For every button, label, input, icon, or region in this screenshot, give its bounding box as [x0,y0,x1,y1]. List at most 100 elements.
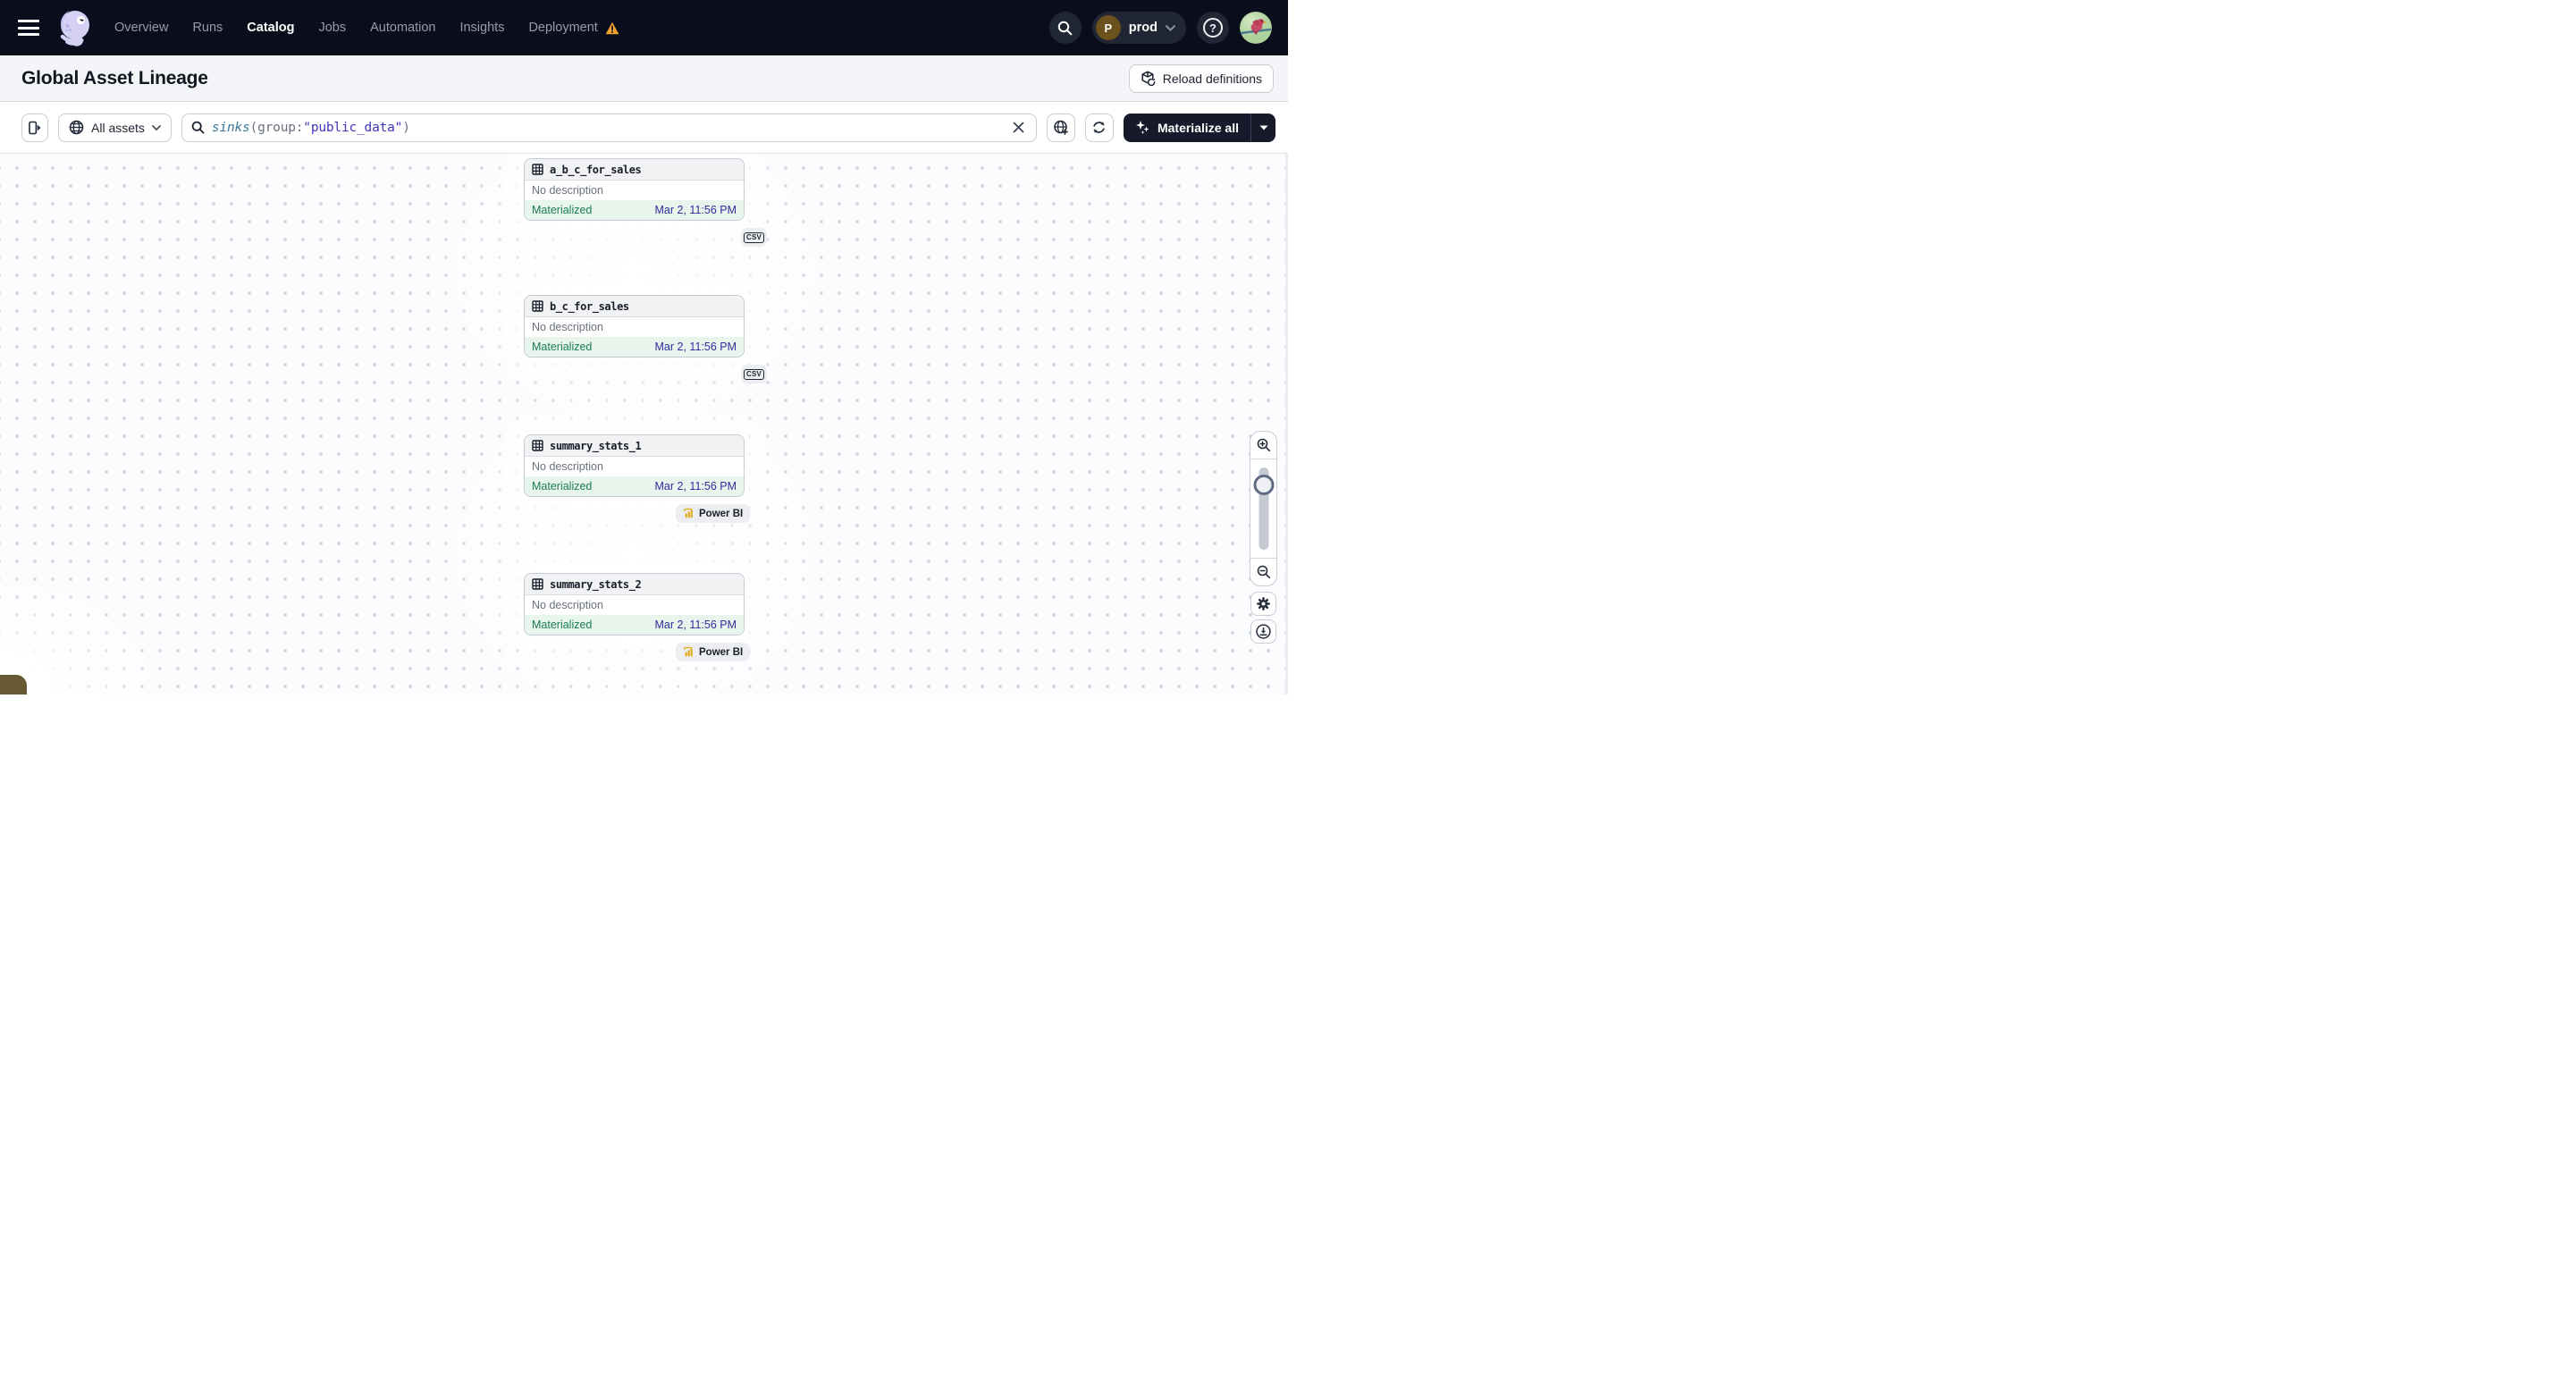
lineage-graph-canvas[interactable]: a_b_c_for_sales No description Materiali… [0,154,1288,694]
nav-right: P prod ? [1048,12,1272,44]
deployment-switcher[interactable]: P prod [1091,12,1186,44]
search-query: sinks(group: "public_data") [212,121,410,135]
materialize-options-button[interactable] [1251,114,1275,142]
asset-node[interactable]: a_b_c_for_sales No description Materiali… [524,158,745,221]
nav-items: Overview Runs Catalog Jobs Automation Insight… [114,21,619,35]
zoom-slider[interactable] [1250,459,1276,558]
open-panel-button[interactable] [21,113,48,142]
nav-item-insights[interactable]: Insights [459,21,504,35]
help-icon[interactable]: ? [1197,12,1229,44]
asset-status-row: Materialized Mar 2, 11:56 PM [525,615,744,635]
asset-status-row: Materialized Mar 2, 11:56 PM [525,337,744,357]
asset-node[interactable]: summary_stats_2 No description Materiali… [524,573,745,636]
query-token-function: sinks [211,120,250,135]
materialization-timestamp[interactable]: Mar 2, 11:56 PM [655,619,737,631]
page-header: Global Asset Lineage Reload definitions [0,55,1288,102]
query-token-punct: ( [249,120,258,135]
lineage-toolbar: All assets sinks(group: "public_data") M… [0,102,1288,154]
table-icon [532,164,543,175]
menu-icon[interactable] [18,20,39,36]
kind-tag-label: Power BI [699,508,744,519]
asset-status-row: Materialized Mar 2, 11:56 PM [525,200,744,220]
refresh-button[interactable] [1084,113,1114,142]
status-badge: Materialized [532,619,593,631]
reload-definitions-label: Reload definitions [1162,71,1262,86]
materialization-timestamp[interactable]: Mar 2, 11:56 PM [655,204,737,216]
nav-item-catalog[interactable]: Catalog [247,21,294,35]
nav-item-label: Overview [114,21,169,35]
query-token-punct: ) [402,120,410,135]
dagster-logo-icon[interactable] [55,8,95,47]
asset-name: a_b_c_for_sales [550,163,642,176]
nav-item-label: Insights [459,21,505,35]
clear-search-icon[interactable] [1007,116,1031,139]
materialize-all-split-button: Materialize all [1123,113,1275,142]
deployment-name: prod [1128,21,1158,35]
nav-item-label: Jobs [318,21,347,35]
csv-icon: CSV [743,368,765,380]
kind-tag-csv[interactable]: CSV [741,365,767,383]
reload-cube-icon [1141,71,1156,86]
new-asset-group-button[interactable] [1046,113,1075,142]
graph-settings-button[interactable] [1250,592,1276,616]
panel-toggle-icon [29,121,41,134]
asset-description: No description [532,460,603,473]
nav-item-runs[interactable]: Runs [192,21,223,35]
user-avatar[interactable] [1240,12,1272,44]
refresh-icon [1093,122,1106,133]
nav-item-jobs[interactable]: Jobs [318,21,346,35]
asset-description: No description [532,599,603,611]
download-icon [1256,624,1271,639]
chevron-down-icon [1166,24,1175,31]
gear-icon [1257,597,1270,610]
search-input[interactable]: sinks(group: "public_data") [181,113,1037,142]
asset-node[interactable]: summary_stats_1 No description Materiali… [524,434,745,497]
reload-definitions-button[interactable]: Reload definitions [1128,63,1274,93]
query-token-key: group: [257,120,304,135]
materialize-all-button[interactable]: Materialize all [1124,114,1250,142]
minimap[interactable] [0,675,27,694]
download-image-button[interactable] [1250,619,1276,644]
nav-item-label: Automation [370,21,436,35]
nav-item-automation[interactable]: Automation [370,21,435,35]
zoom-slider-handle[interactable] [1253,475,1274,495]
asset-scope-label: All assets [91,120,145,135]
powerbi-icon [683,508,693,518]
asset-node-header: summary_stats_1 [525,435,744,457]
materialization-timestamp[interactable]: Mar 2, 11:56 PM [655,480,737,492]
materialization-timestamp[interactable]: Mar 2, 11:56 PM [655,341,737,353]
zoom-control [1250,431,1277,586]
deployment-avatar: P [1095,15,1121,40]
search-icon[interactable] [1048,12,1082,44]
asset-node-header: a_b_c_for_sales [525,159,744,181]
asset-name: summary_stats_2 [550,577,642,591]
scrollbar[interactable] [1285,154,1288,694]
asset-name: b_c_for_sales [550,299,629,313]
table-icon [532,300,543,312]
csv-icon: CSV [743,232,765,243]
top-nav: Overview Runs Catalog Jobs Automation Insight… [0,0,1288,55]
asset-node-header: summary_stats_2 [525,574,744,595]
kind-tag-powerbi[interactable]: Power BI [676,504,751,523]
asset-name: summary_stats_1 [550,439,642,452]
query-token-string: "public_data" [303,120,403,135]
kind-tag-label: Power BI [699,646,744,658]
materialize-all-label: Materialize all [1157,120,1239,135]
table-icon [532,578,543,590]
asset-node[interactable]: b_c_for_sales No description Materialize… [524,295,745,358]
table-icon [532,440,543,451]
caret-down-icon [1259,125,1267,130]
globe-icon [69,120,84,135]
kind-tag-powerbi[interactable]: Power BI [676,643,751,661]
page-title: Global Asset Lineage [21,67,208,88]
asset-scope-dropdown[interactable]: All assets [58,113,172,142]
nav-item-overview[interactable]: Overview [114,21,168,35]
kind-tag-csv[interactable]: CSV [741,228,767,247]
zoom-out-button[interactable] [1250,558,1276,585]
search-icon [191,121,205,134]
chevron-down-icon [152,124,161,130]
globe-plus-icon [1054,120,1068,135]
nav-item-deployment[interactable]: Deployment [528,21,619,35]
status-badge: Materialized [532,341,593,353]
zoom-in-button[interactable] [1250,432,1276,459]
